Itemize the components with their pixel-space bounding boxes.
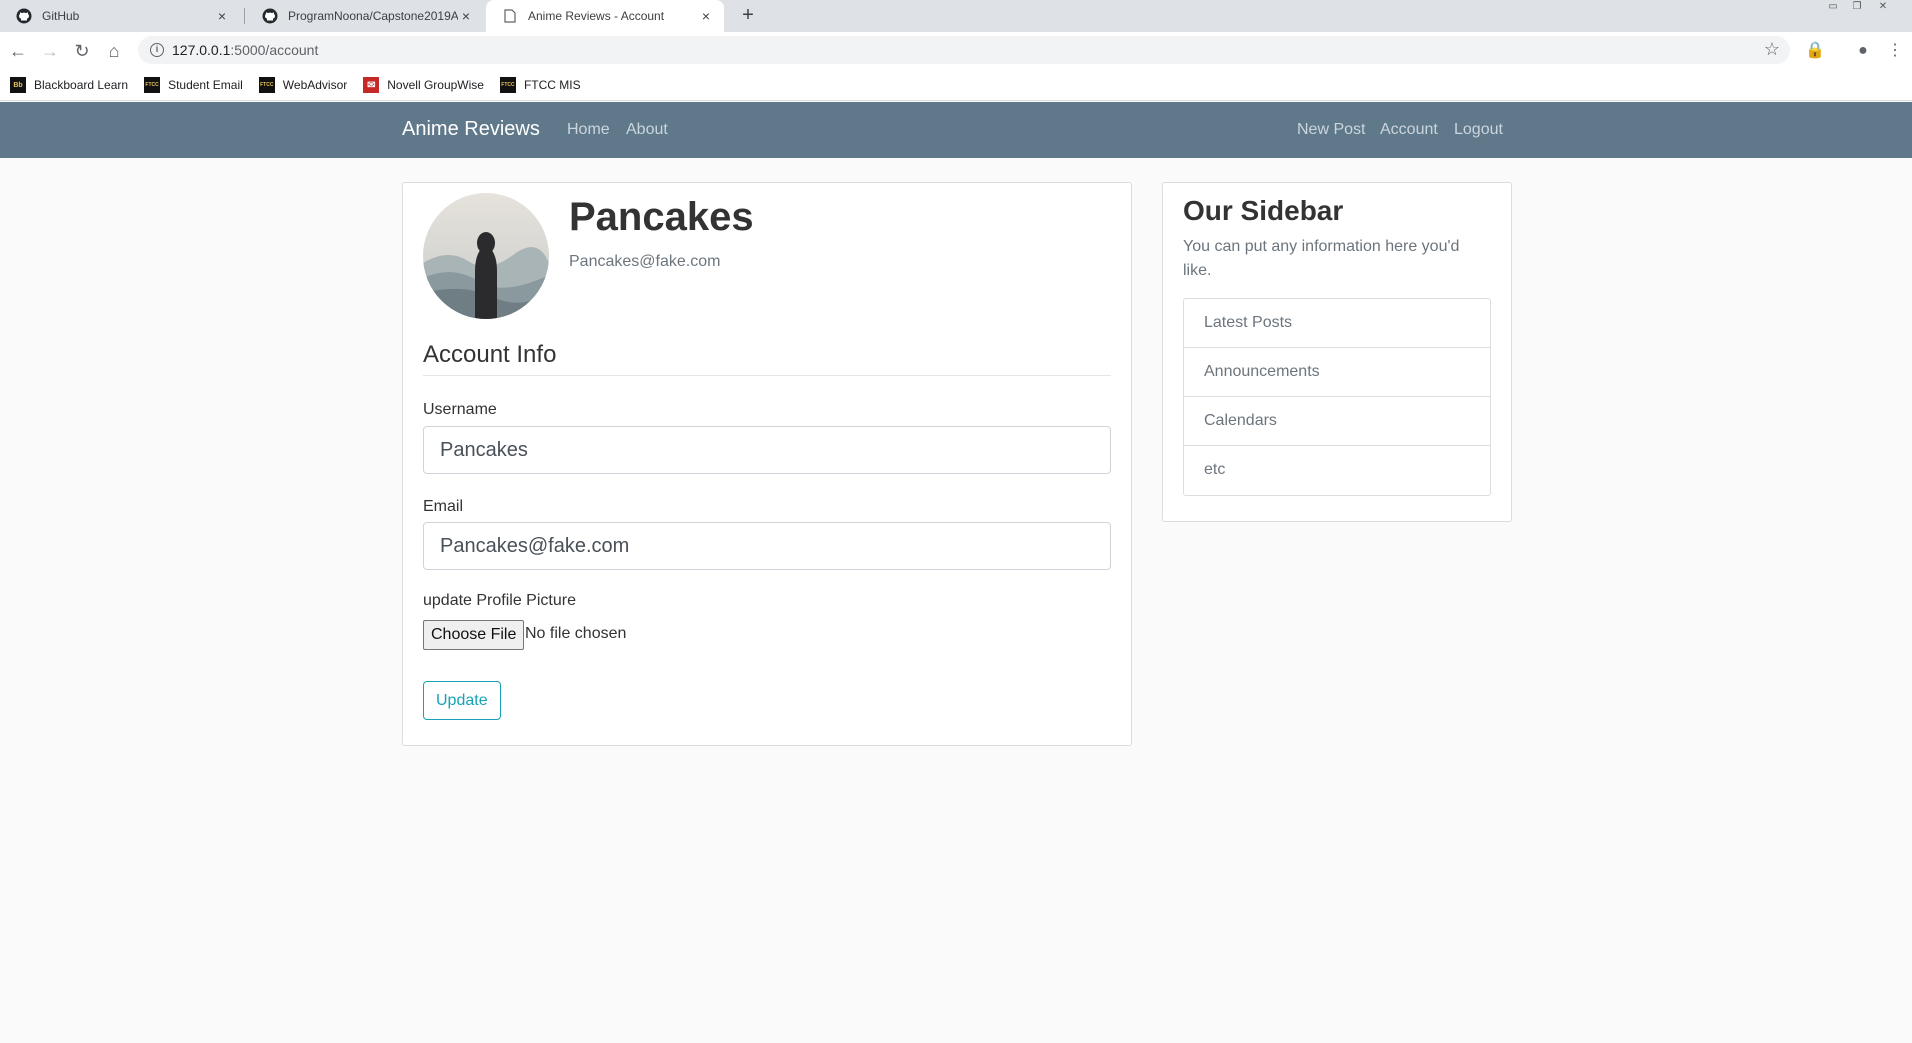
site-navbar: Anime Reviews Home About New Post Accoun… [0,102,1912,158]
nav-logout-link[interactable]: Logout [1454,121,1503,139]
profile-username: Pancakes [569,195,754,239]
bookmark-blackboard[interactable]: Bb Blackboard Learn [10,77,128,93]
close-icon[interactable]: × [698,8,714,24]
bookmark-webadvisor[interactable]: FTCC WebAdvisor [258,77,347,93]
tab-title: Anime Reviews - Account [528,9,665,23]
bookmark-groupwise[interactable]: ✉ Novell GroupWise [363,77,484,93]
tab-title: ProgramNoona/Capstone2019A [288,9,458,23]
nav-home-link[interactable]: Home [567,121,610,139]
choose-file-button[interactable]: Choose File [423,620,525,650]
restore-icon[interactable]: ❐ [1846,0,1868,16]
mail-icon: ✉ [363,77,380,93]
sidebar-list: Latest Posts Announcements Calendars etc [1183,298,1491,496]
close-window-icon[interactable]: ✕ [1872,0,1894,16]
avatar [423,193,549,319]
reload-icon[interactable]: ↻ [70,39,94,63]
blackboard-icon: Bb [10,77,26,93]
info-icon[interactable]: i [150,43,164,57]
url-text: 127.0.0.1:5000/account [172,42,319,58]
home-icon[interactable]: ⌂ [102,39,126,63]
sidebar-item-announcements[interactable]: Announcements [1184,348,1490,397]
new-tab-button[interactable]: + [736,4,760,28]
browser-tab-capstone[interactable]: ProgramNoona/Capstone2019A × [246,0,484,32]
browser-tab-github[interactable]: GitHub × [0,0,240,32]
github-icon [262,8,278,24]
close-icon[interactable]: × [214,8,230,24]
github-icon [16,8,32,24]
tab-divider [244,8,245,24]
account-info-heading: Account Info [423,341,1111,376]
bookmark-ftcc-mis[interactable]: FTCC FTCC MIS [499,77,581,93]
bookmark-star-icon[interactable]: ☆ [1764,39,1780,60]
profile-email: Pancakes@fake.com [569,253,721,270]
minimize-icon[interactable]: ▭ [1822,0,1844,16]
brand-link[interactable]: Anime Reviews [402,118,540,141]
email-label: Email [423,498,464,515]
sidebar-item-calendars[interactable]: Calendars [1184,397,1490,446]
menu-icon[interactable]: ⋮ [1884,40,1906,62]
forward-icon[interactable]: → [38,39,62,63]
nav-about-link[interactable]: About [626,121,668,139]
profile-icon[interactable]: ● [1852,40,1874,62]
account-card: Pancakes Pancakes@fake.com Account Info … [402,182,1132,746]
sidebar-card: Our Sidebar You can put any information … [1162,182,1512,522]
page-icon [502,8,518,24]
sidebar-item-latest-posts[interactable]: Latest Posts [1184,299,1490,348]
sidebar-description: You can put any information here you'd l… [1183,238,1460,279]
sidebar-item-etc[interactable]: etc [1184,446,1490,495]
ftcc-icon: FTCC [144,77,161,93]
profile-picture-label: update Profile Picture [423,592,576,609]
browser-tab-account[interactable]: Anime Reviews - Account × [486,0,724,32]
file-status: No file chosen [525,625,627,642]
tab-title: GitHub [42,9,80,23]
lock-extension-icon[interactable]: 🔒 [1804,40,1826,62]
nav-account-link[interactable]: Account [1380,121,1438,139]
ftcc-icon: FTCC [258,77,275,93]
username-input[interactable] [423,426,1111,474]
address-bar[interactable]: i 127.0.0.1:5000/account ☆ [138,36,1790,64]
back-icon[interactable]: ← [6,39,30,63]
username-label: Username [423,401,497,418]
close-icon[interactable]: × [458,8,474,24]
ftcc-icon: FTCC [499,77,516,93]
browser-toolbar: ← → ↻ ⌂ i 127.0.0.1:5000/account ☆ 🔒 ● ⋮ [0,32,1912,70]
sidebar-title: Our Sidebar [1183,195,1344,226]
bookmarks-bar: Bb Blackboard Learn FTCC Student Email F… [0,70,1912,101]
bookmark-student-email[interactable]: FTCC Student Email [144,77,243,93]
nav-new-post-link[interactable]: New Post [1297,121,1365,139]
browser-tabstrip: GitHub × ProgramNoona/Capstone2019A × An… [0,0,1912,32]
update-button[interactable]: Update [423,681,501,720]
email-input[interactable] [423,522,1111,570]
